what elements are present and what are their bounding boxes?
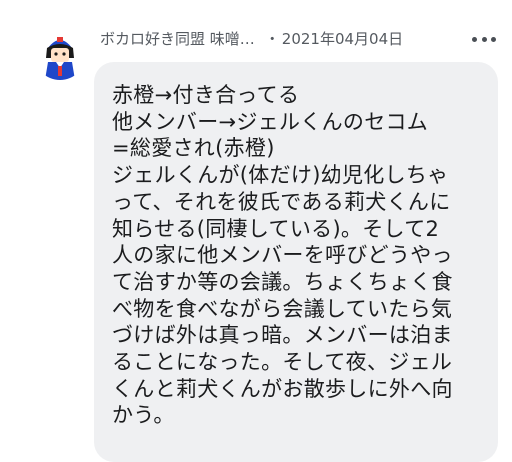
dot bbox=[481, 36, 487, 42]
post-date: 2021年04月04日 bbox=[281, 29, 404, 48]
comment-post: ボカロ好き同盟 味噌… ・ 2021年04月04日 赤橙→付き合ってる 他メンバ… bbox=[0, 0, 512, 462]
avatar[interactable] bbox=[34, 28, 86, 80]
more-options-icon[interactable] bbox=[472, 34, 496, 44]
author-name[interactable]: ボカロ好き同盟 味噌… bbox=[100, 28, 255, 49]
message-text: 赤橙→付き合ってる 他メンバー→ジェルくんのセコム =総愛され(赤橙) ジェルく… bbox=[112, 83, 453, 428]
dot bbox=[472, 36, 477, 42]
dot bbox=[491, 36, 496, 42]
meta-separator: ・ bbox=[264, 29, 280, 48]
character-avatar-icon bbox=[45, 37, 75, 80]
post-header: ボカロ好き同盟 味噌… ・ 2021年04月04日 bbox=[100, 26, 403, 50]
